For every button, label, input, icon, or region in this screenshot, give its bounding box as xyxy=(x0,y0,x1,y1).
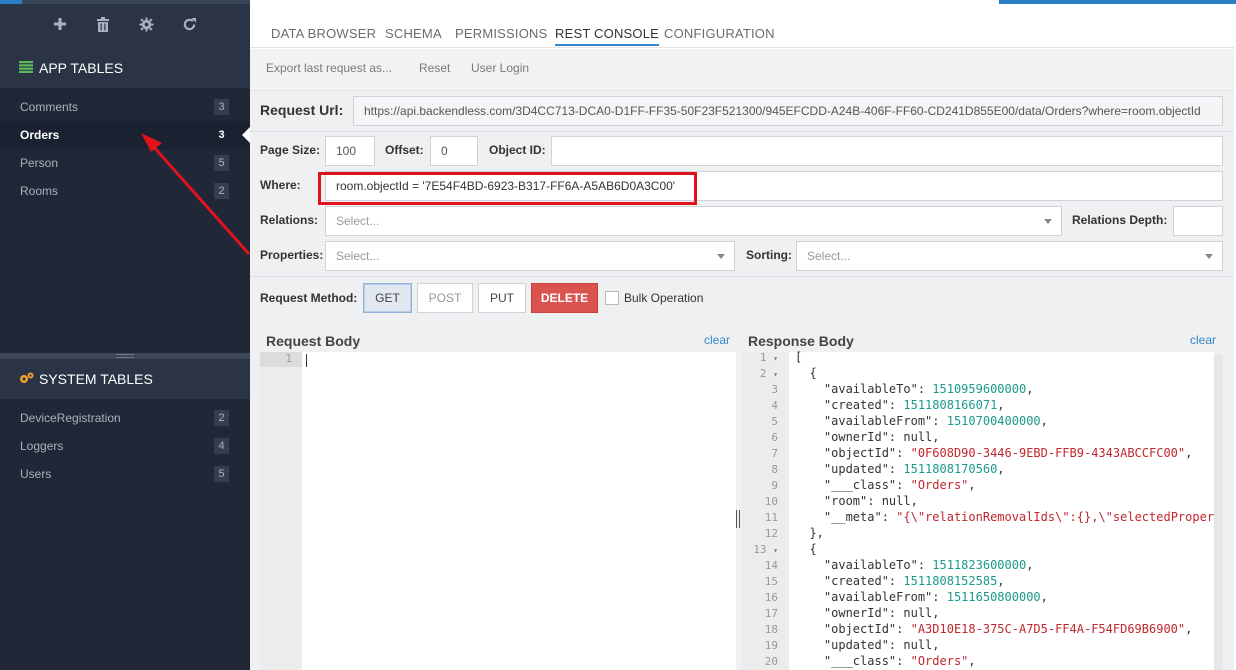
annotation-arrow xyxy=(141,133,251,255)
